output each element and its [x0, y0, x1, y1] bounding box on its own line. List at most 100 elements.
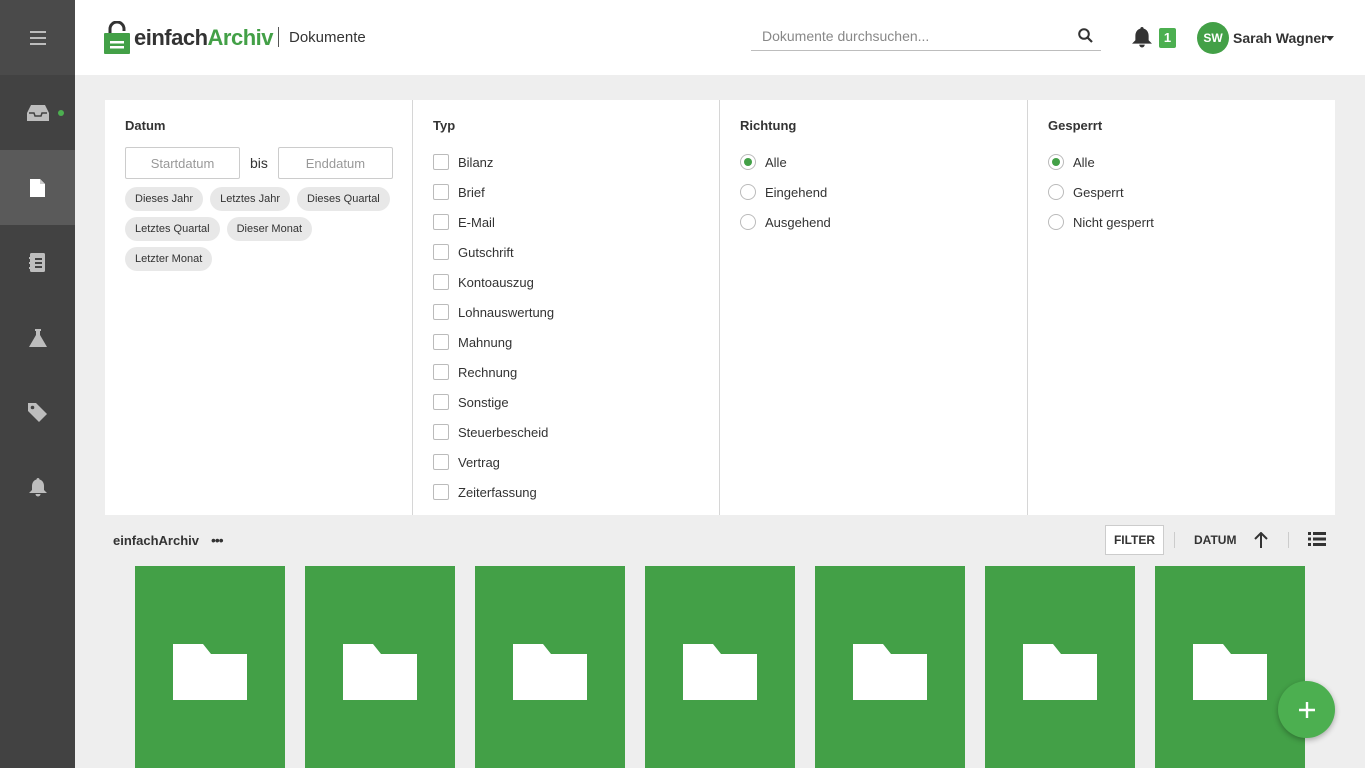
date-preset-chip[interactable]: Dieser Monat — [226, 217, 313, 241]
typ-option[interactable]: Steuerbescheid — [433, 417, 719, 447]
folder-icon — [853, 644, 927, 700]
add-button[interactable] — [1278, 681, 1335, 738]
date-preset-chip[interactable]: Letzter Monat — [125, 247, 213, 271]
radio-button[interactable] — [1048, 184, 1064, 200]
richtung-option[interactable]: Ausgehend — [740, 207, 1027, 237]
date-preset-chip[interactable]: Dieses Jahr — [125, 187, 204, 211]
user-menu-caret-icon[interactable] — [1326, 36, 1334, 41]
app-logo[interactable]: einfachArchiv — [104, 21, 274, 54]
sidebar — [0, 0, 75, 768]
checkbox[interactable] — [433, 454, 449, 470]
typ-option[interactable]: Zeiterfassung — [433, 477, 719, 507]
app-logo-text: einfachArchiv — [134, 24, 274, 50]
date-preset-chip[interactable]: Letztes Jahr — [210, 187, 290, 211]
inbox-indicator-dot — [58, 110, 64, 116]
gesperrt-option-label: Gesperrt — [1073, 184, 1124, 200]
checkbox[interactable] — [433, 484, 449, 500]
folder-tile[interactable] — [985, 566, 1135, 768]
radio-button[interactable] — [740, 184, 756, 200]
user-avatar[interactable]: SW — [1197, 22, 1229, 54]
typ-option[interactable]: Sonstige — [433, 387, 719, 417]
breadcrumb[interactable]: einfachArchiv — [113, 533, 199, 548]
sort-by-date-button[interactable]: DATUM — [1194, 533, 1236, 547]
richtung-option[interactable]: Alle — [740, 147, 1027, 177]
filter-typ-title: Typ — [433, 118, 456, 133]
checkbox[interactable] — [433, 274, 449, 290]
checkbox[interactable] — [433, 334, 449, 350]
sidebar-item-tags[interactable] — [0, 375, 75, 450]
typ-option[interactable]: Kontoauszug — [433, 267, 719, 297]
folder-tile[interactable] — [815, 566, 965, 768]
filter-panel: Datum bis Dieses JahrLetztes Jahr Dieses … — [105, 100, 1335, 515]
typ-option-label: E-Mail — [458, 214, 495, 230]
header-divider — [278, 27, 279, 47]
sidebar-item-contacts[interactable] — [0, 225, 75, 300]
checkbox[interactable] — [433, 244, 449, 260]
sidebar-item-documents[interactable] — [0, 150, 75, 225]
filter-button[interactable]: FILTER — [1105, 525, 1164, 555]
typ-option-label: Bilanz — [458, 154, 494, 170]
lock-logo-icon — [104, 21, 130, 54]
end-date-input[interactable] — [277, 147, 393, 179]
folder-tile[interactable] — [305, 566, 455, 768]
folder-tile[interactable] — [1155, 566, 1305, 768]
radio-button[interactable] — [740, 154, 756, 170]
checkbox[interactable] — [433, 394, 449, 410]
gesperrt-option[interactable]: Alle — [1048, 147, 1335, 177]
sidebar-item-notifications[interactable] — [0, 450, 75, 525]
checkbox[interactable] — [433, 424, 449, 440]
checkbox[interactable] — [433, 184, 449, 200]
folder-grid — [135, 566, 1325, 768]
typ-option-label: Gutschrift — [458, 244, 514, 260]
radio-button[interactable] — [740, 214, 756, 230]
search-icon[interactable] — [1078, 28, 1093, 43]
typ-option-label: Mahnung — [458, 334, 513, 350]
sort-ascending-arrow-icon[interactable] — [1254, 532, 1268, 548]
inbox-icon — [26, 104, 49, 121]
richtung-option[interactable]: Eingehend — [740, 177, 1027, 207]
checkbox[interactable] — [433, 304, 449, 320]
radio-button[interactable] — [1048, 214, 1064, 230]
sidebar-item-inbox[interactable] — [0, 75, 75, 150]
typ-option[interactable]: E-Mail — [433, 207, 719, 237]
sidebar-item-lab[interactable] — [0, 300, 75, 375]
folder-icon — [513, 644, 587, 700]
filter-gesperrt: Gesperrt Alle Gesperrt Nicht gesperrt — [1028, 100, 1335, 515]
gesperrt-option[interactable]: Nicht gesperrt — [1048, 207, 1335, 237]
typ-option[interactable]: Brief — [433, 177, 719, 207]
folder-icon — [1193, 644, 1267, 700]
start-date-input[interactable] — [125, 147, 240, 179]
user-name[interactable]: Sarah Wagner — [1233, 30, 1327, 46]
date-range: bis — [125, 147, 412, 179]
richtung-option-label: Eingehend — [765, 184, 828, 200]
filter-richtung-title: Richtung — [740, 118, 797, 133]
gesperrt-option-label: Nicht gesperrt — [1073, 214, 1154, 230]
radio-button[interactable] — [1048, 154, 1064, 170]
notification-count-badge[interactable]: 1 — [1159, 28, 1176, 48]
folder-icon — [343, 644, 417, 700]
date-preset-chip[interactable]: Letztes Quartal — [125, 217, 220, 241]
checkbox[interactable] — [433, 364, 449, 380]
typ-option[interactable]: Bilanz — [433, 147, 719, 177]
typ-option[interactable]: Lohnauswertung — [433, 297, 719, 327]
typ-option[interactable]: Mahnung — [433, 327, 719, 357]
sidebar-menu-button[interactable] — [0, 0, 75, 75]
date-preset-chip[interactable]: Dieses Quartal — [297, 187, 390, 211]
notifications-bell-icon[interactable] — [1132, 27, 1152, 48]
filter-datum-title: Datum — [125, 118, 166, 133]
search-input[interactable] — [751, 22, 1061, 50]
list-view-icon[interactable] — [1308, 532, 1326, 546]
checkbox[interactable] — [433, 154, 449, 170]
folder-tile[interactable] — [645, 566, 795, 768]
typ-option-label: Steuerbescheid — [458, 424, 549, 440]
folder-tile[interactable] — [135, 566, 285, 768]
typ-option[interactable]: Vertrag — [433, 447, 719, 477]
more-options-button[interactable]: ••• — [211, 532, 224, 548]
content-toolbar: einfachArchiv ••• FILTER DATUM — [105, 522, 1335, 558]
typ-option[interactable]: Rechnung — [433, 357, 719, 387]
gesperrt-option[interactable]: Gesperrt — [1048, 177, 1335, 207]
gesperrt-radio-group: Alle Gesperrt Nicht gesperrt — [1048, 147, 1335, 237]
folder-tile[interactable] — [475, 566, 625, 768]
typ-option[interactable]: Gutschrift — [433, 237, 719, 267]
checkbox[interactable] — [433, 214, 449, 230]
